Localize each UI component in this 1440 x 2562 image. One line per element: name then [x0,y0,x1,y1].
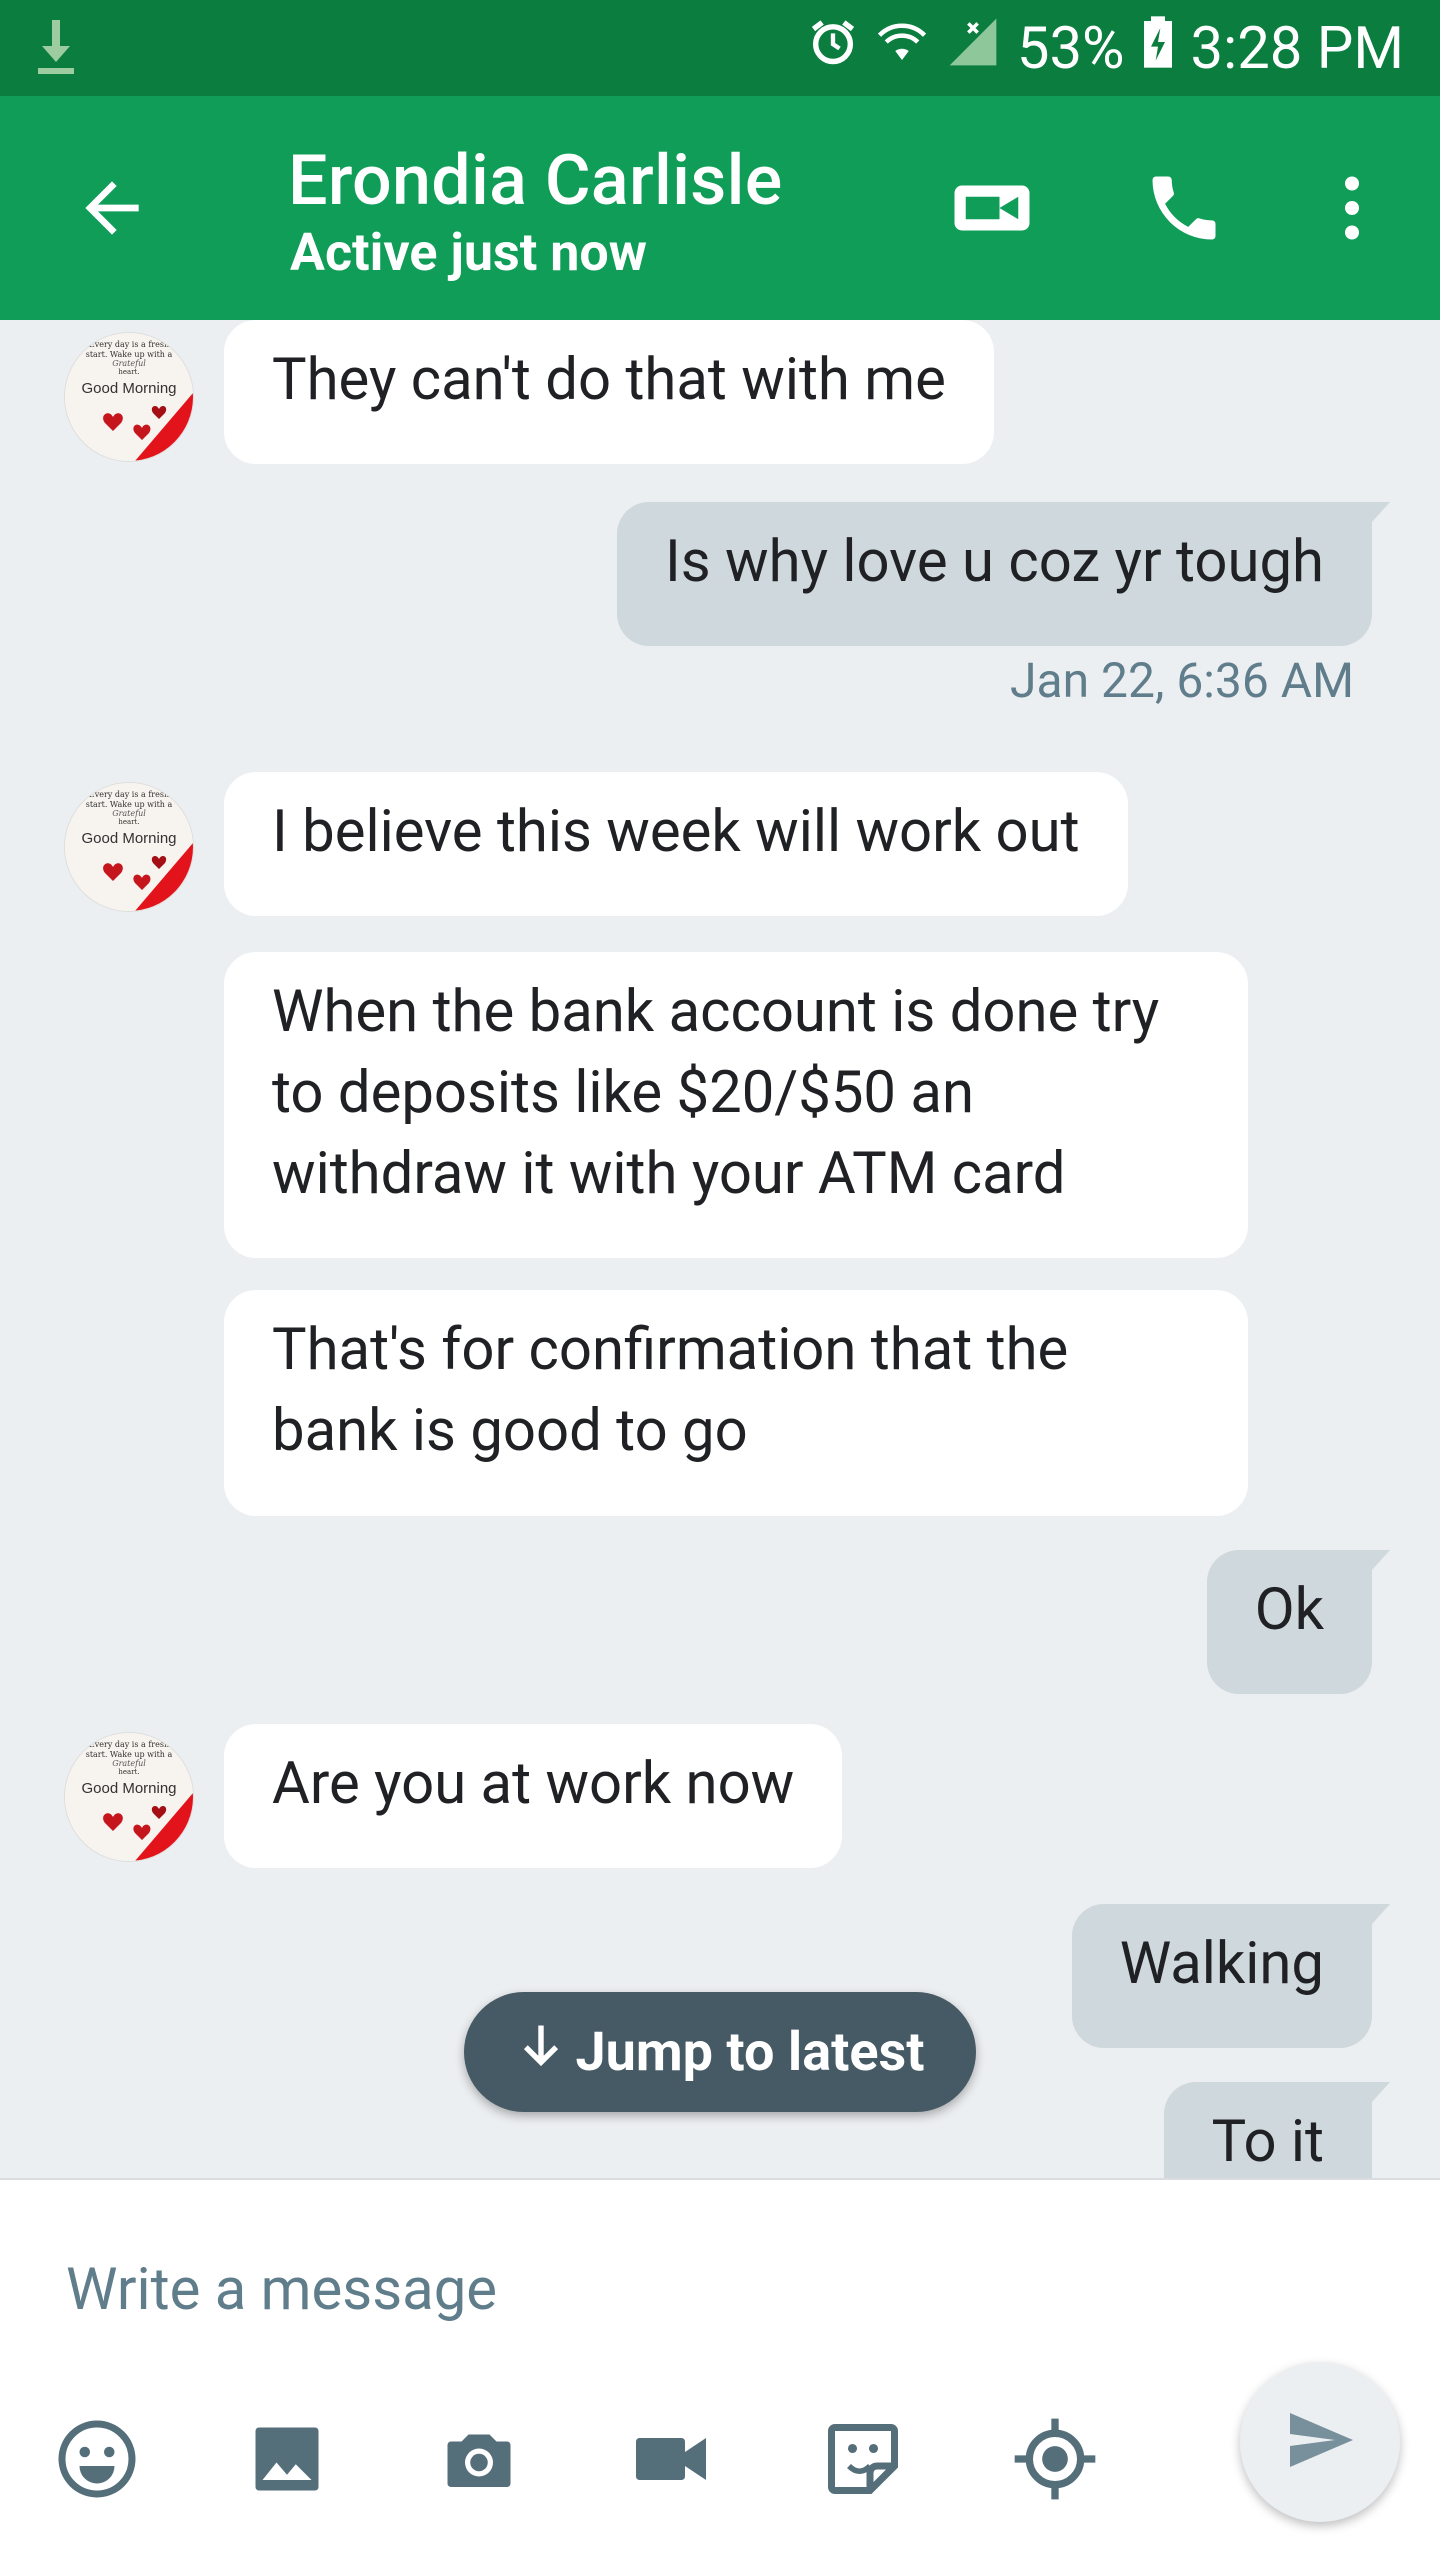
contact-avatar[interactable]: Every day is a fresh start. Wake up with… [64,1732,194,1862]
svg-text:Good Morning: Good Morning [81,830,176,847]
arrow-down-icon [515,2019,567,2085]
contact-avatar[interactable]: Every day is a fresh start. Wake up with… [64,782,194,912]
incoming-message[interactable]: I believe this week will work out [224,772,1128,916]
battery-charging-icon [1141,14,1175,85]
camera-icon[interactable] [434,2414,524,2504]
signal-icon [945,14,1001,85]
svg-text:Every day is a fresh: Every day is a fresh [89,790,169,799]
svg-text:heart.: heart. [118,368,139,376]
outgoing-message[interactable]: Is why love u coz yr tough [616,502,1391,646]
phone-icon[interactable] [1136,160,1232,256]
back-arrow-icon[interactable] [72,168,152,248]
conversation-app-bar: Erondia Carlisle Active just now [0,96,1440,320]
svg-text:Good Morning: Good Morning [81,380,176,397]
contact-avatar[interactable]: Every day is a fresh start. Wake up with… [64,332,194,462]
video-icon[interactable] [626,2414,716,2504]
svg-text:start. Wake up with a: start. Wake up with a [86,1750,173,1759]
incoming-message[interactable]: Are you at work now [224,1724,843,1868]
video-call-icon[interactable] [944,160,1040,256]
message-composer [0,2178,1440,2562]
contact-status: Active just now [290,222,647,283]
svg-text:heart.: heart. [118,1768,139,1776]
svg-text:Every day is a fresh: Every day is a fresh [89,1740,169,1749]
svg-text:Grateful: Grateful [112,1759,146,1768]
status-indicators: 53% 3:28 PM [807,14,1404,84]
svg-text:Grateful: Grateful [112,359,146,368]
incoming-message[interactable]: When the bank account is done try to dep… [224,952,1248,1258]
clock-time: 3:28 PM [1190,15,1404,83]
svg-text:Good Morning: Good Morning [81,1780,176,1797]
jump-to-latest-button[interactable]: Jump to latest [464,1992,976,2112]
outgoing-message[interactable]: Walking [1071,1904,1391,2048]
status-bar: 53% 3:28 PM [0,0,1440,96]
image-icon[interactable] [242,2414,332,2504]
wifi-icon [875,15,929,84]
alarm-icon [807,15,859,83]
outgoing-message[interactable]: Ok [1206,1550,1391,1694]
download-icon [36,20,76,80]
send-icon [1284,2404,1356,2480]
more-vert-icon[interactable] [1304,160,1400,256]
emoji-icon[interactable] [52,2414,142,2504]
svg-text:Every day is a fresh: Every day is a fresh [89,340,169,349]
message-input[interactable] [64,2244,1168,2336]
jump-to-latest-label: Jump to latest [575,2020,925,2084]
battery-percent: 53% [1016,15,1125,83]
location-icon[interactable] [1010,2414,1100,2504]
send-button[interactable] [1240,2362,1400,2522]
svg-text:heart.: heart. [118,818,139,826]
incoming-message[interactable]: They can't do that with me [224,320,994,464]
svg-text:start. Wake up with a: start. Wake up with a [86,350,173,359]
message-list[interactable]: Every day is a fresh start. Wake up with… [0,320,1440,2178]
svg-text:Grateful: Grateful [112,809,146,818]
message-timestamp: Jan 22, 6:36 AM [1010,652,1354,709]
contact-name[interactable]: Erondia Carlisle [288,140,783,222]
svg-text:start. Wake up with a: start. Wake up with a [86,800,173,809]
incoming-message[interactable]: That's for confirmation that the bank is… [224,1290,1248,1516]
outgoing-message[interactable]: To it [1163,2082,1391,2178]
sticker-icon[interactable] [818,2414,908,2504]
